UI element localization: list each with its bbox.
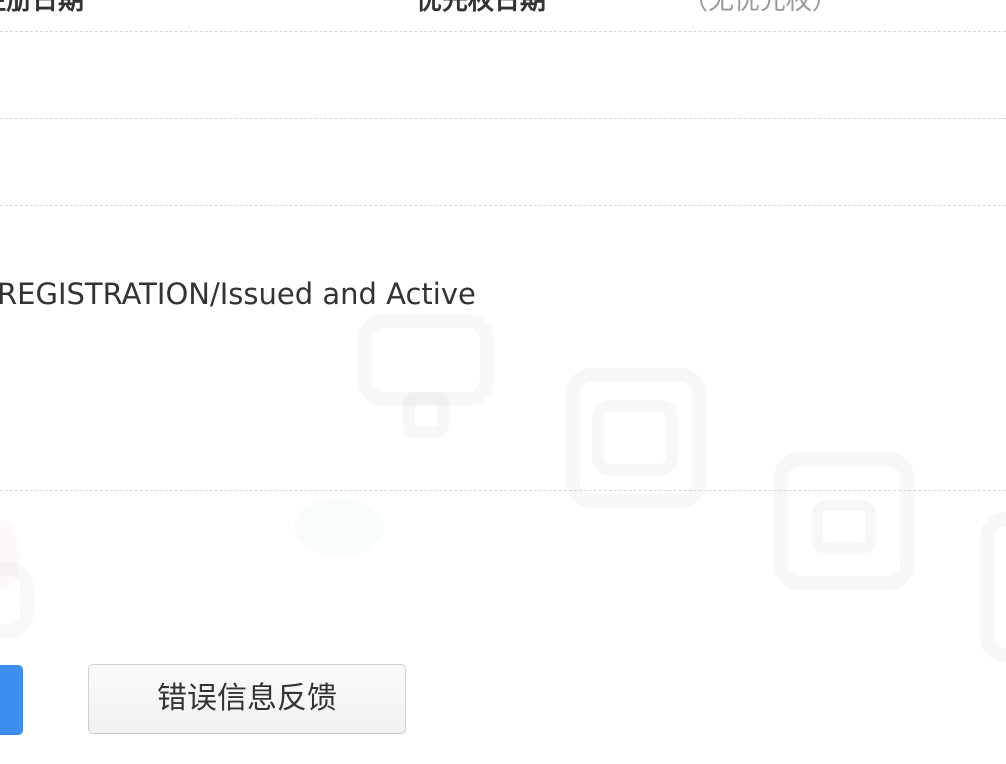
row-divider — [0, 490, 1006, 491]
priority-date-label: 优先权日期 — [416, 0, 547, 16]
watermark-glyph-biao — [980, 512, 1006, 662]
trademark-status-value: REGISTRATION/Issued and Active — [0, 277, 476, 311]
row-divider — [0, 205, 1006, 206]
error-feedback-button[interactable]: 错误信息反馈 — [88, 664, 406, 734]
watermark-glyph-guo-inner — [592, 400, 678, 476]
watermark-glyph-shang-inner — [812, 500, 876, 554]
priority-date-value: （无优先权） — [682, 0, 839, 16]
date-row: 注册日期 优先权日期 （无优先权） — [0, 0, 1006, 30]
primary-action-button[interactable] — [0, 665, 23, 735]
registration-date-label: 注册日期 — [0, 0, 85, 16]
watermark-tint — [294, 498, 384, 556]
row-divider — [0, 31, 1006, 32]
trademark-detail-page: 注册日期 优先权日期 （无优先权） REGISTRATION/Issued an… — [0, 0, 1006, 764]
watermark-glyph-zhong-stroke — [403, 392, 449, 438]
row-divider — [0, 118, 1006, 119]
